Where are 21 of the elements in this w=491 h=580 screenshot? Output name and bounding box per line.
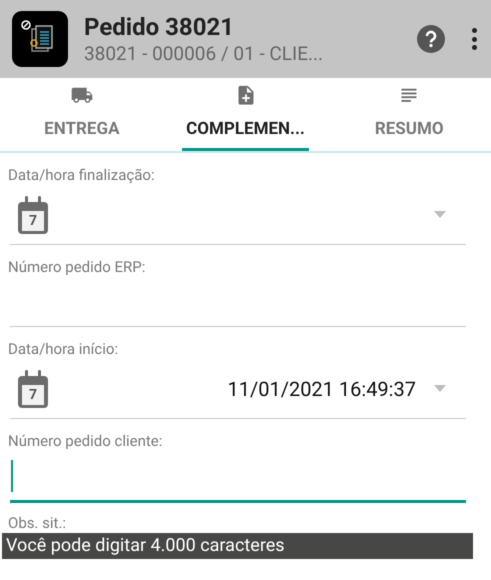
dropdown-arrow-icon [434, 385, 446, 392]
app-logo-icon [12, 11, 68, 67]
date-value: 11/01/2021 16:49:37 [227, 376, 416, 400]
tab[interactable]: RESUMO [327, 78, 491, 151]
date-picker[interactable]: 7 [10, 185, 466, 245]
tab[interactable]: COMPLEMEN... [164, 78, 328, 151]
window-subtitle: 38021 - 000006 / 01 - CLIE... [84, 42, 324, 66]
hint-bar: Você pode digitar 4.000 caracteres [2, 533, 473, 559]
field-label: Data/hora início: [8, 339, 120, 359]
dropdown-arrow-icon [434, 211, 446, 218]
help-button[interactable] [417, 25, 445, 53]
more-options-button[interactable] [471, 28, 477, 50]
date-picker[interactable]: 7 11/01/2021 16:49:37 [10, 359, 466, 419]
window-title: Pedido 38021 [84, 12, 236, 42]
field-label: Obs. sit.: [8, 513, 68, 533]
field-label: Número pedido ERP: [8, 257, 146, 277]
field-label: Número pedido cliente: [8, 431, 164, 451]
text-cursor [11, 460, 13, 492]
help-icon [424, 30, 438, 48]
field-label: Data/hora finalização: [8, 165, 156, 185]
tab[interactable]: ENTREGA [0, 78, 164, 151]
